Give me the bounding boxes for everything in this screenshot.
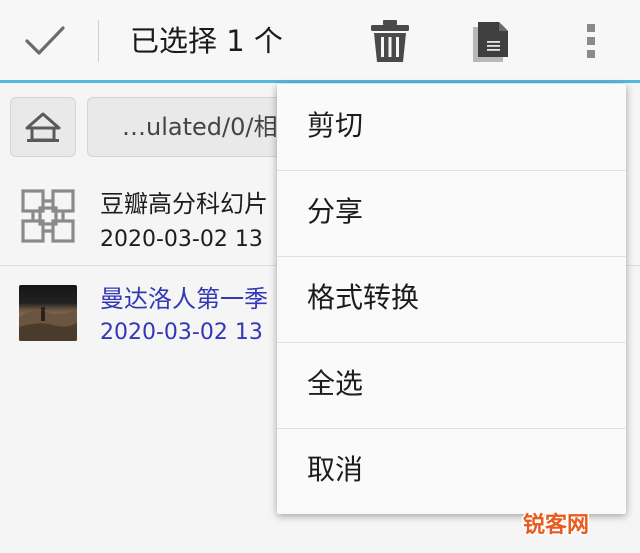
menu-item-cut[interactable]: 剪切 [277, 84, 626, 170]
confirm-button[interactable] [20, 18, 70, 64]
trash-icon [371, 20, 409, 62]
action-bar-divider [98, 20, 99, 62]
menu-item-label: 格式转换 [307, 281, 420, 314]
context-menu: 剪切 分享 格式转换 全选 取消 [277, 84, 626, 514]
menu-item-select-all[interactable]: 全选 [277, 342, 626, 428]
watermark-text: 锐客网 [523, 512, 589, 538]
menu-item-label: 分享 [307, 195, 364, 228]
file-date: 2020-03-02 13 [100, 320, 263, 345]
details-button[interactable] [466, 18, 516, 66]
grid-file-icon [21, 189, 75, 243]
selection-count-title: 已选择 1 个 [130, 24, 283, 58]
file-name: 豆瓣高分科幻片 [100, 190, 268, 218]
home-button[interactable] [10, 97, 76, 157]
path-text: …ulated/0/相 [122, 113, 278, 141]
file-name: 曼达洛人第一季 [100, 285, 268, 313]
file-date: 2020-03-02 13 [100, 227, 263, 252]
menu-item-format-convert[interactable]: 格式转换 [277, 256, 626, 342]
document-icon [473, 22, 508, 62]
menu-item-label: 剪切 [307, 109, 364, 142]
more-options-button[interactable] [574, 18, 608, 64]
check-icon [25, 26, 65, 55]
delete-button[interactable] [366, 16, 414, 66]
path-breadcrumb[interactable]: …ulated/0/相 [87, 97, 287, 157]
menu-item-label: 全选 [307, 367, 364, 400]
action-bar: 已选择 1 个 [0, 0, 640, 80]
menu-item-share[interactable]: 分享 [277, 170, 626, 256]
more-vertical-icon [587, 24, 595, 58]
menu-item-label: 取消 [307, 453, 364, 486]
watermark-logo: 锐客网 [521, 511, 590, 540]
video-thumbnail [19, 285, 77, 341]
action-bar-accent-line [0, 80, 640, 83]
home-icon [25, 112, 61, 142]
menu-item-cancel[interactable]: 取消 [277, 428, 626, 514]
